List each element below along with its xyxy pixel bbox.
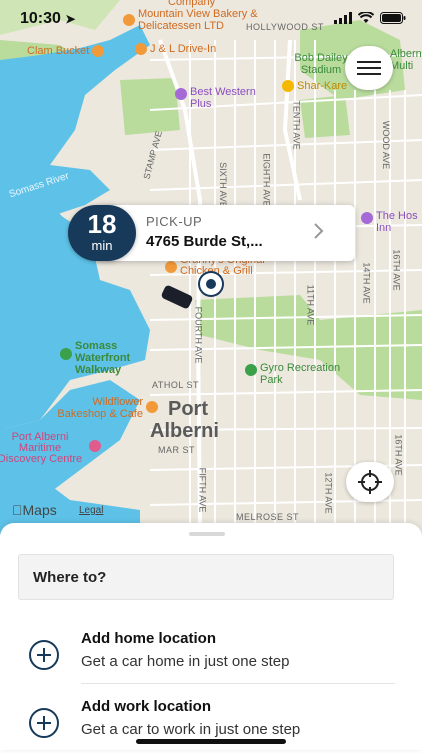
locate-button[interactable] — [346, 462, 394, 502]
street-label-12th: 12TH AVE — [323, 472, 334, 514]
search-placeholder: Where to? — [33, 569, 107, 586]
add-work-subtitle: Get a car to work in just one step — [81, 721, 301, 738]
status-bar: 10:30 ➤ — [0, 0, 422, 40]
add-home-subtitle: Get a car home in just one step — [81, 653, 290, 670]
place-label-multi: Alberni Multi — [390, 48, 422, 72]
chevron-right-icon — [314, 223, 324, 239]
maps-attribution: Maps — [12, 502, 57, 518]
eta-badge: 18 min — [68, 205, 136, 261]
street-label-mar: MAR ST — [158, 445, 196, 455]
home-indicator — [136, 739, 286, 744]
row-divider — [81, 683, 395, 684]
street-label-14th: 14TH AVE — [361, 262, 372, 304]
drag-handle[interactable] — [189, 532, 225, 536]
menu-button[interactable] — [345, 46, 393, 90]
food-icon — [92, 45, 105, 57]
place-label-best-western: Best Western Plus — [175, 86, 270, 110]
street-label-tenth: TENTH AVE — [291, 100, 302, 150]
wifi-icon — [358, 12, 374, 23]
eta-unit: min — [91, 238, 113, 253]
locate-icon — [358, 470, 382, 494]
bottom-sheet: Where to? Add home location Get a car ho… — [0, 523, 422, 750]
place-label-walkway: Somass Waterfront Walkway — [60, 340, 143, 376]
pickup-address: 4765 Burde St,... — [146, 233, 263, 250]
street-label-fifth: FIFTH AVE — [197, 467, 208, 513]
pickup-pin-icon — [200, 273, 222, 295]
add-home-title: Add home location — [81, 630, 216, 647]
food-icon — [282, 80, 294, 92]
food-icon — [135, 43, 147, 55]
street-label-fourth: FOURTH AVE — [193, 306, 204, 364]
status-time: 10:30 ➤ — [20, 10, 76, 27]
city-label: Port Alberni — [150, 398, 219, 442]
eta-minutes: 18 — [87, 209, 117, 239]
street-label-16th: 16TH AVE — [391, 249, 402, 291]
apple-logo-icon:  — [12, 502, 23, 518]
street-label-eighth: EIGHTH AVE — [261, 153, 272, 207]
street-label-sixth: SIXTH AVE — [217, 162, 228, 208]
place-label-clam-bucket: Clam Bucket — [27, 45, 105, 57]
museum-icon — [89, 440, 101, 452]
park-area — [120, 78, 180, 135]
destination-search-input[interactable]: Where to? — [18, 554, 394, 600]
legal-link[interactable]: Legal — [79, 505, 103, 516]
place-label-drive-in: J & L Drive-In — [135, 43, 216, 55]
hotel-icon — [361, 212, 373, 224]
street-label-16th-south: 16TH AVE — [393, 434, 404, 476]
street-label-melrose: MELROSE ST — [236, 512, 300, 522]
add-icon — [29, 640, 59, 670]
battery-icon — [380, 12, 406, 24]
status-icons — [334, 12, 406, 24]
place-label-shar-kare: Shar-Kare — [282, 80, 347, 92]
place-label-hos-inn: The Hos Inn — [361, 210, 422, 234]
place-label-wildflower: Wildflower Bakeshop & Cafe — [47, 396, 158, 420]
street-label-athol: ATHOL ST — [152, 380, 200, 390]
pickup-label: PICK-UP — [146, 214, 203, 229]
navigation-arrow-icon: ➤ — [65, 12, 76, 26]
street-label-wood: WOOD AVE — [381, 120, 392, 170]
hotel-icon — [175, 88, 187, 100]
signal-icon — [334, 12, 352, 24]
place-label-maritime: Port Alberni Maritime Discovery Centre — [0, 432, 101, 465]
street-label-11th: 11TH AVE — [305, 284, 316, 326]
place-label-gyro-park: Gyro Recreation Park — [245, 362, 360, 386]
park-icon — [245, 364, 257, 376]
add-work-title: Add work location — [81, 698, 212, 715]
add-icon — [29, 708, 59, 738]
food-icon — [165, 261, 177, 273]
add-home-location-row[interactable]: Add home location Get a car home in just… — [0, 623, 422, 685]
walking-icon — [60, 348, 72, 360]
menu-icon — [357, 61, 381, 75]
